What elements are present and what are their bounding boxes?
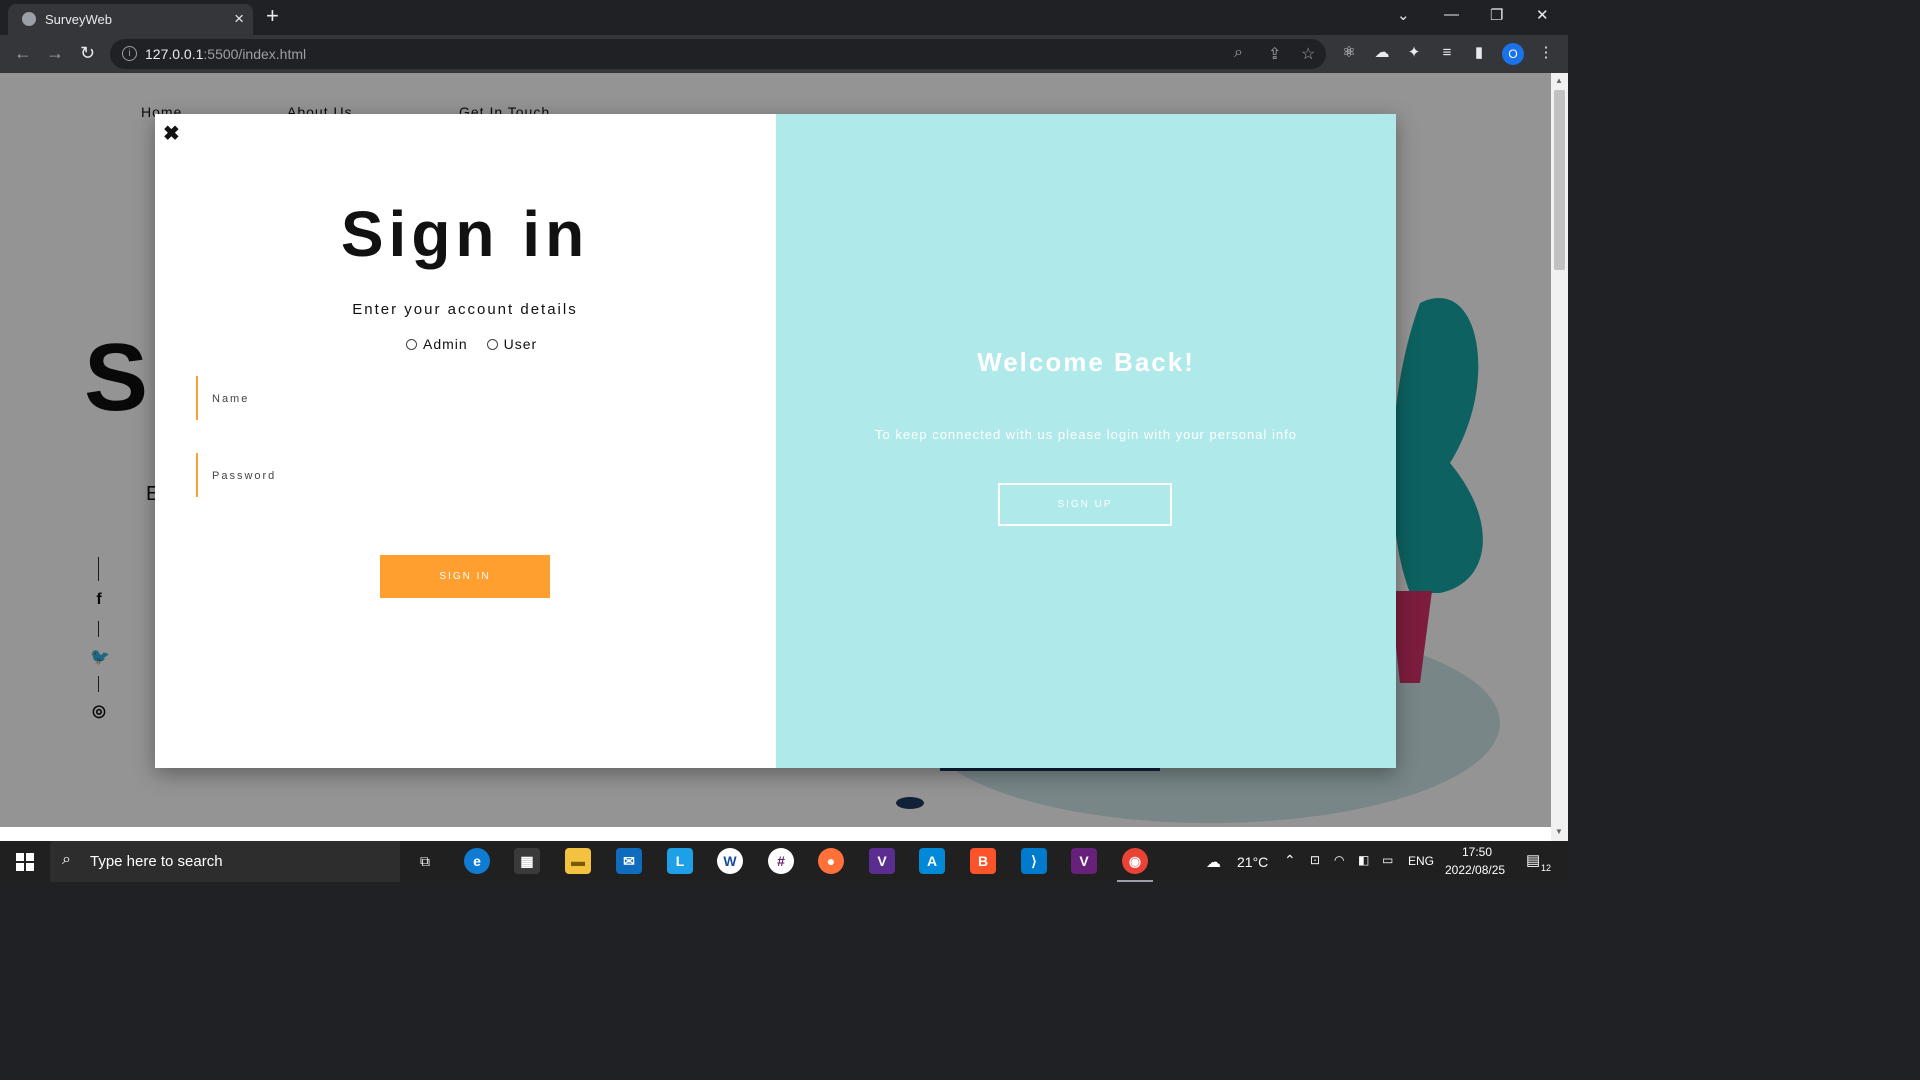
page-title: Sign in [340, 198, 590, 270]
tray-chevron-icon[interactable]: ⌃ [1284, 852, 1296, 869]
search-placeholder: Type here to search [90, 853, 223, 870]
zoom-icon[interactable]: ⌕ [1234, 44, 1243, 62]
search-icon: ⌕ [62, 851, 71, 868]
visual-studio-2-icon[interactable]: V [1071, 848, 1097, 874]
password-input[interactable] [210, 453, 714, 499]
react-devtools-icon[interactable]: ⚛ [1340, 44, 1358, 62]
extension-badge-icon[interactable]: ☁ [1373, 44, 1391, 62]
browser-tab[interactable]: SurveyWeb × [8, 4, 253, 35]
tab-strip: SurveyWeb × + ⌄ — ❐ ✕ [0, 0, 1568, 35]
minimize-button[interactable]: — [1444, 6, 1459, 23]
page-viewport: Home About Us Get In Touch S E f 🐦 ◎ ✖ S… [0, 73, 1551, 827]
reading-list-icon[interactable]: ≡ [1438, 44, 1456, 62]
azure-icon[interactable]: A [919, 848, 945, 874]
battery-icon[interactable]: ▭ [1382, 853, 1393, 867]
app-w-icon[interactable]: W [717, 848, 743, 874]
role-radio-user[interactable] [486, 338, 498, 350]
app-l-icon[interactable]: L [667, 848, 693, 874]
menu-kebab-icon[interactable]: ⋮ [1537, 44, 1555, 62]
language-indicator[interactable]: ENG [1408, 854, 1434, 868]
profile-avatar[interactable]: O [1502, 43, 1524, 65]
file-explorer-icon[interactable]: ▬ [565, 848, 591, 874]
signin-modal: ✖ Sign in Enter your account details Adm… [155, 114, 1396, 768]
weather-temp[interactable]: 21°C [1237, 854, 1268, 870]
address-bar[interactable]: i 127.0.0.1:5500/index.html ⌕ ⇪ ☆ [110, 39, 1326, 69]
bookmark-star-icon[interactable]: ☆ [1301, 44, 1315, 64]
clock-date[interactable]: 2022/08/25 [1445, 863, 1505, 877]
chrome-active-indicator [1117, 880, 1153, 882]
tab-search-chevron-icon[interactable]: ⌄ [1397, 6, 1410, 24]
name-input[interactable] [210, 376, 714, 422]
weather-icon[interactable]: ☁ [1206, 853, 1221, 871]
extensions-puzzle-icon[interactable]: ✦ [1405, 44, 1423, 62]
site-info-icon[interactable]: i [122, 46, 137, 61]
volume-icon[interactable]: ◧ [1358, 853, 1369, 867]
taskbar: ⌕ Type here to search ⧉ e ▦ ▬ ✉ L W # ● … [0, 841, 1568, 882]
brave-icon[interactable]: B [970, 848, 996, 874]
sign-up-button[interactable]: SIGN UP [998, 483, 1172, 526]
sign-in-button[interactable]: SIGN IN [380, 555, 550, 598]
taskbar-search[interactable]: ⌕ Type here to search [50, 841, 400, 882]
slack-icon[interactable]: # [768, 848, 794, 874]
new-tab-button[interactable]: + [266, 5, 279, 27]
notification-icon[interactable]: ▤ [1526, 851, 1540, 869]
scroll-up-icon[interactable]: ▲ [1555, 76, 1563, 85]
task-view-icon[interactable]: ⧉ [412, 848, 438, 874]
role-label-admin: Admin [423, 336, 468, 353]
windows-start-icon[interactable] [16, 853, 34, 871]
name-field [196, 376, 718, 422]
role-label-user: User [503, 336, 538, 353]
welcome-title: Welcome Back! [977, 347, 1195, 377]
notification-count: 12 [1541, 863, 1552, 873]
scrollbar-thumb[interactable] [1554, 90, 1565, 270]
role-radio-admin[interactable] [406, 338, 417, 350]
forward-button[interactable]: → [46, 43, 64, 64]
welcome-text: To keep connected with us please login w… [875, 427, 1297, 442]
close-icon[interactable]: ✖ [163, 124, 180, 144]
edge-icon[interactable]: e [464, 848, 490, 874]
store-icon[interactable]: ▦ [514, 848, 540, 874]
scroll-down-icon[interactable]: ▼ [1555, 827, 1563, 836]
window-close-button[interactable]: ✕ [1536, 6, 1549, 24]
share-icon[interactable]: ⇪ [1268, 44, 1281, 64]
restore-button[interactable]: ❐ [1490, 6, 1503, 24]
vertical-scrollbar[interactable]: ▲ ▼ [1551, 73, 1568, 841]
form-subtitle: Enter your account details [352, 301, 578, 318]
role-selector: Admin User [406, 335, 551, 352]
globe-icon [22, 12, 36, 26]
tab-title: SurveyWeb [45, 12, 112, 27]
chrome-icon[interactable]: ◉ [1122, 848, 1148, 874]
firefox-icon[interactable]: ● [818, 848, 844, 874]
network-icon[interactable]: ⊡ [1310, 853, 1320, 867]
side-panel-icon[interactable]: ▮ [1470, 44, 1488, 62]
password-field [196, 453, 718, 499]
visual-studio-icon[interactable]: V [869, 848, 895, 874]
url-text[interactable]: 127.0.0.1:5500/index.html [145, 46, 306, 62]
browser-toolbar: ← → ↻ i 127.0.0.1:5500/index.html ⌕ ⇪ ☆ … [0, 35, 1568, 73]
reload-button[interactable]: ↻ [80, 43, 95, 64]
welcome-panel: Welcome Back! To keep connected with us … [776, 114, 1396, 768]
wifi-icon[interactable]: ◠ [1334, 853, 1344, 867]
back-button[interactable]: ← [14, 43, 32, 64]
tab-close-icon[interactable]: × [234, 9, 244, 29]
mail-icon[interactable]: ✉ [616, 848, 642, 874]
page-bottom-strip [0, 827, 1551, 841]
clock-time[interactable]: 17:50 [1462, 845, 1492, 859]
vscode-icon[interactable]: ⟩ [1021, 848, 1047, 874]
